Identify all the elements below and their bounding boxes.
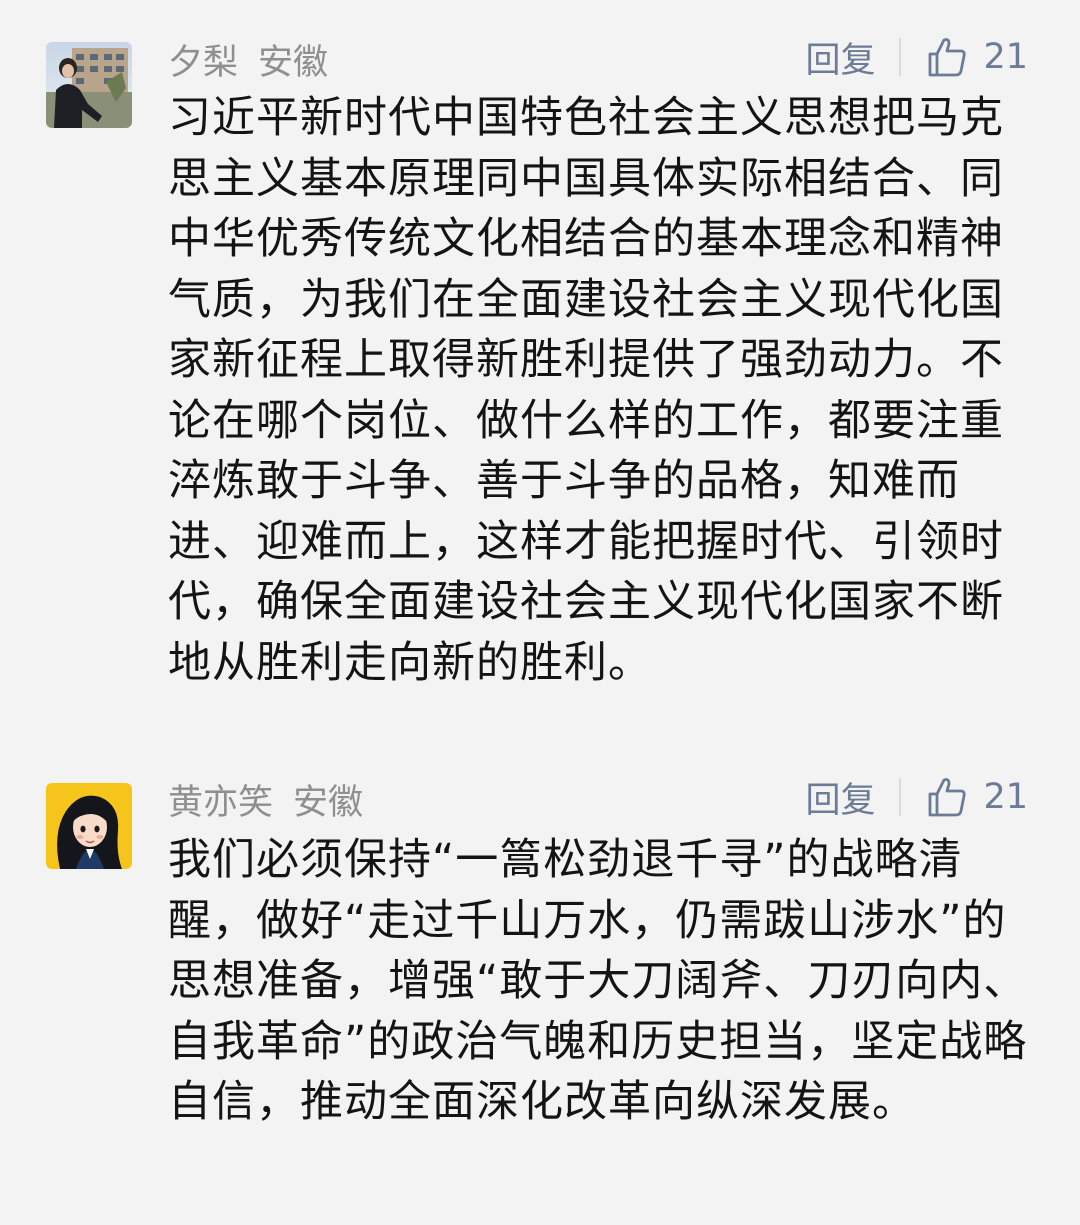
thumbs-up-icon <box>929 38 967 77</box>
comment-actions: 回复 21 <box>805 32 1028 82</box>
like-count: 21 <box>983 777 1028 817</box>
reply-button[interactable]: 回复 <box>805 772 875 823</box>
comment-text: 我们必须保持“一篙松劲退千寻”的战略清醒，做好“走过千山万水，仍需跋山涉水”的思… <box>168 835 1028 1127</box>
comment-actions: 回复 21 <box>805 772 1028 822</box>
commenter-name[interactable]: 夕梨 <box>168 34 238 85</box>
comment-text: 习近平新时代中国特色社会主义思想把马克思主义基本原理同中国具体实际相结合、同中华… <box>168 93 1004 688</box>
avatar[interactable] <box>46 783 132 869</box>
commenter-location: 安徽 <box>258 42 329 83</box>
cartoon-girl-avatar-icon <box>46 783 132 869</box>
comment-meta: 黄亦笑 安徽 <box>168 774 363 824</box>
user-photo-avatar-icon <box>46 42 132 128</box>
like-button[interactable]: 21 <box>927 36 1028 78</box>
thumbs-up-icon <box>929 778 967 817</box>
commenter-location: 安徽 <box>293 782 364 823</box>
reply-button[interactable]: 回复 <box>805 32 875 83</box>
like-count: 21 <box>983 37 1028 77</box>
like-button[interactable]: 21 <box>927 776 1028 818</box>
avatar[interactable] <box>46 42 132 128</box>
comment-meta: 夕梨 安徽 <box>168 34 328 84</box>
commenter-name[interactable]: 黄亦笑 <box>168 774 273 825</box>
divider <box>899 778 902 816</box>
divider <box>899 38 902 76</box>
